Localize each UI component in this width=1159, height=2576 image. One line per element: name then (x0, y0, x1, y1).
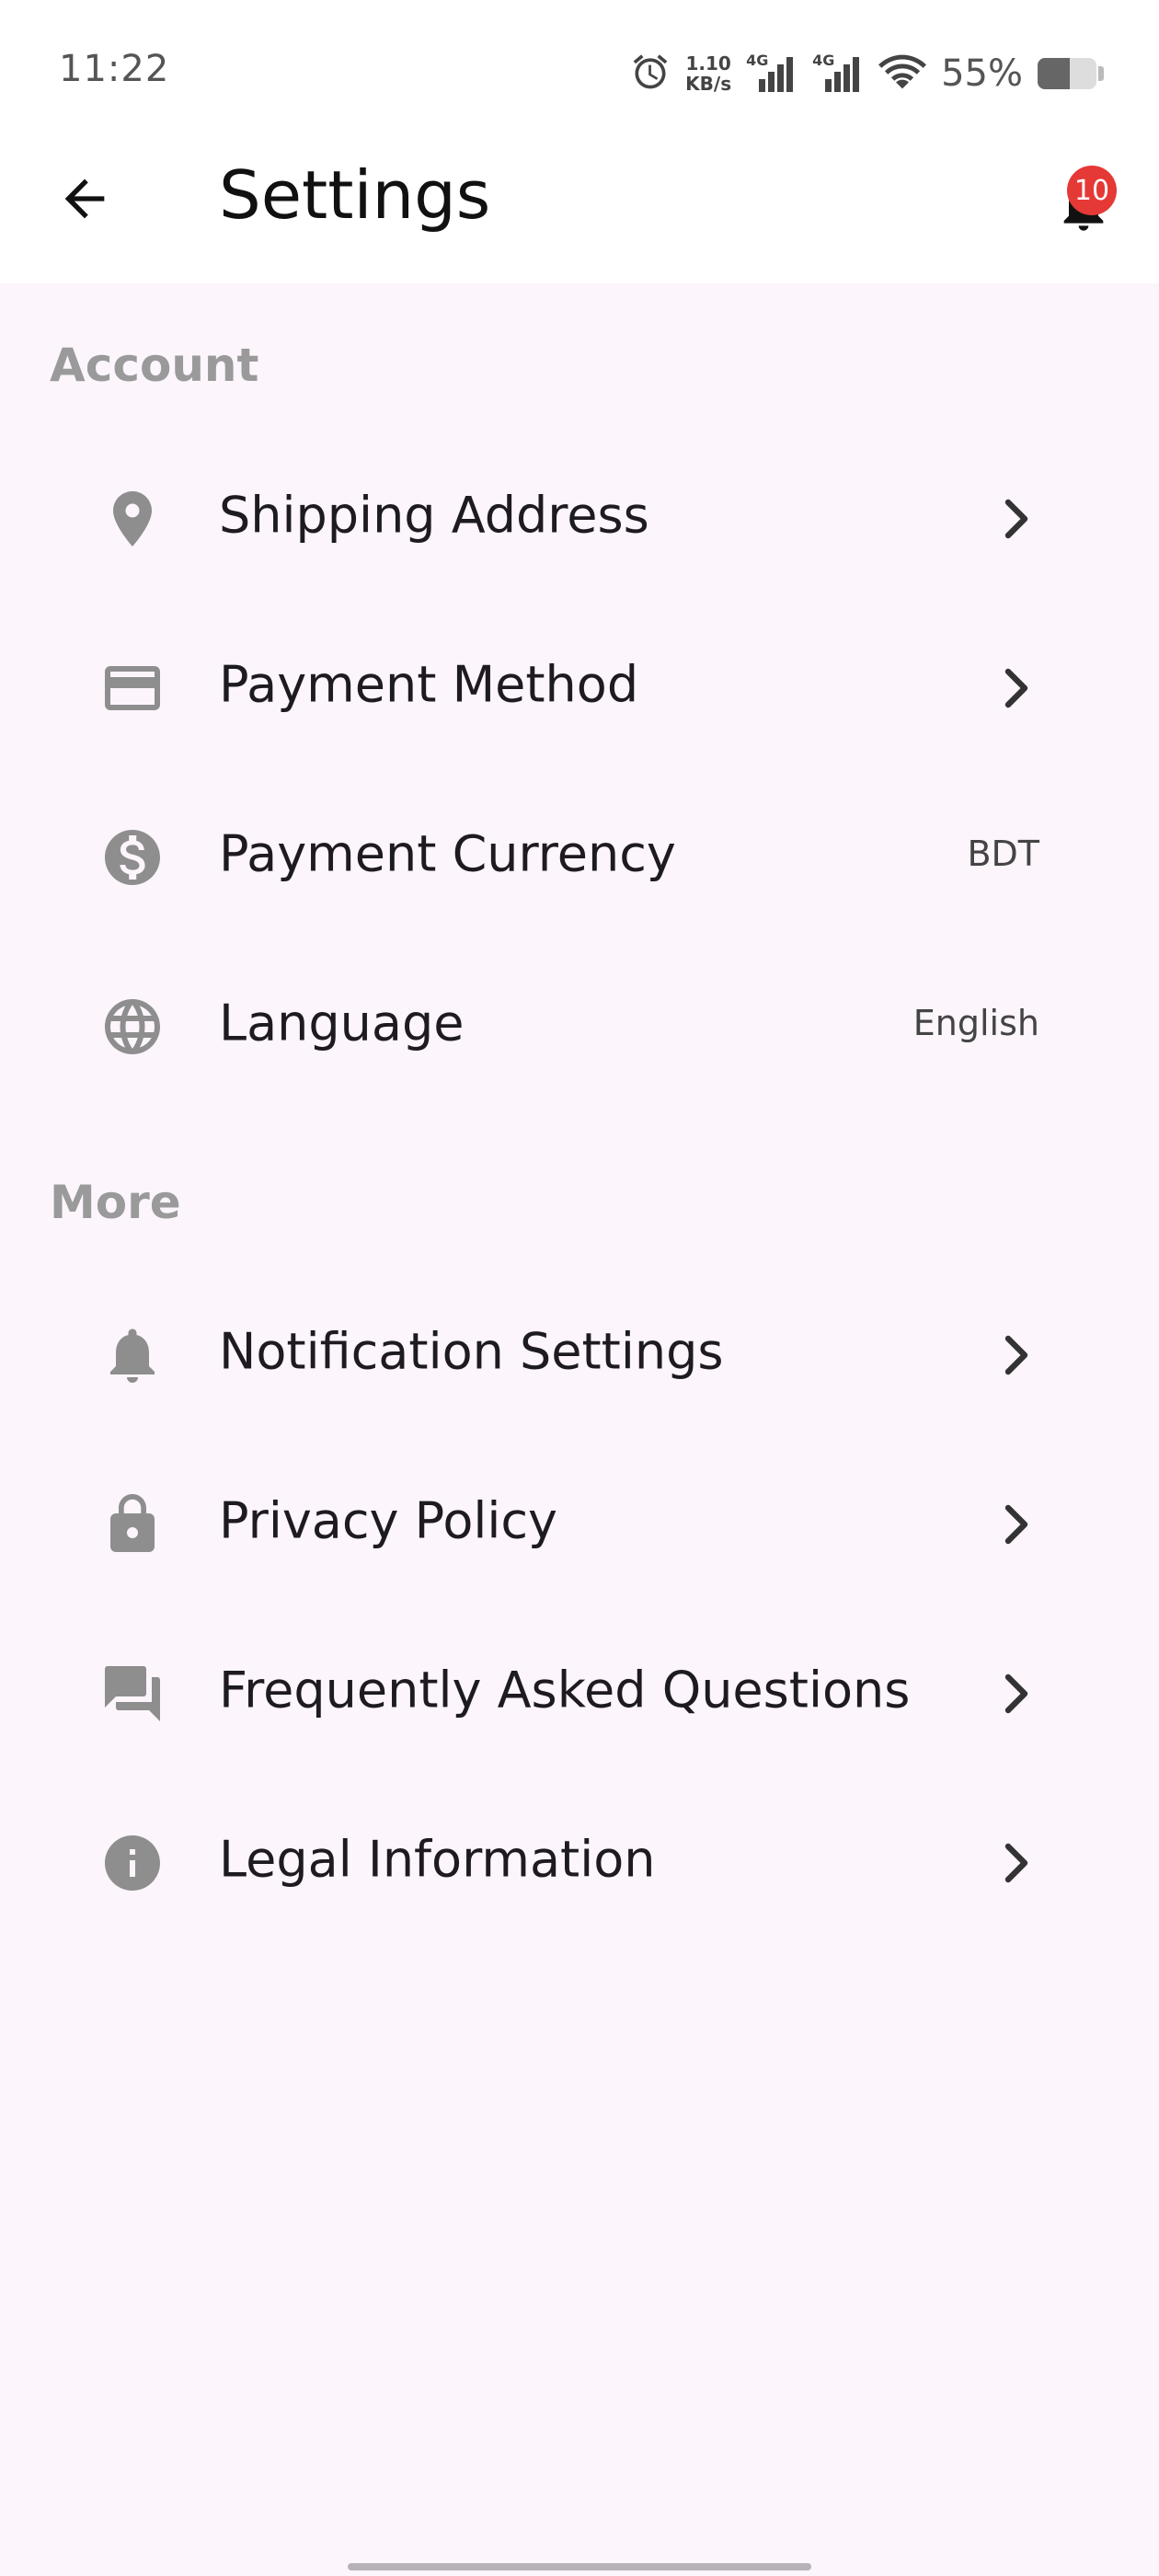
dollar-icon (96, 821, 169, 894)
app-bar: Settings 10 (0, 138, 1159, 258)
notifications-button[interactable]: 10 (1049, 166, 1122, 245)
row-label: Language (219, 994, 465, 1052)
location-pin-icon (96, 482, 169, 556)
signal-icon: 4G (812, 52, 864, 94)
battery-cap (1098, 66, 1104, 81)
battery-icon (1038, 58, 1096, 89)
row-label: Shipping Address (219, 486, 649, 545)
settings-row-faq[interactable]: Frequently Asked Questions (0, 1605, 1159, 1775)
chevron-right-icon (993, 1835, 1038, 1891)
chevron-right-icon (993, 661, 1038, 716)
globe-icon (96, 990, 169, 1064)
info-icon (96, 1826, 169, 1900)
row-label: Payment Method (219, 655, 639, 714)
row-label: Payment Currency (219, 824, 676, 883)
network-type-label: 4G (812, 52, 835, 69)
notification-badge: 10 (1067, 166, 1117, 215)
net-speed-unit: KB/s (685, 73, 732, 95)
settings-row-payment-currency[interactable]: Payment Currency BDT (0, 769, 1159, 938)
battery-fill (1038, 58, 1071, 89)
page-title: Settings (219, 156, 491, 234)
network-type-label: 4G (746, 52, 769, 69)
settings-row-notification-settings[interactable]: Notification Settings (0, 1267, 1159, 1436)
top-area: 11:22 1.10 KB/s 4G 4G 55% Settings 10 (0, 0, 1159, 283)
settings-row-privacy-policy[interactable]: Privacy Policy (0, 1436, 1159, 1605)
chevron-right-icon (993, 1497, 1038, 1552)
alarm-icon (630, 52, 671, 96)
net-speed-value: 1.10 (685, 52, 731, 75)
row-label: Legal Information (219, 1830, 656, 1889)
signal-icon: 4G (746, 52, 798, 94)
section-title-more: More (50, 1176, 181, 1229)
chevron-right-icon (993, 1666, 1038, 1721)
status-bar: 11:22 1.10 KB/s 4G 4G 55% (0, 0, 1159, 138)
status-time: 11:22 (59, 48, 170, 90)
status-icons: 1.10 KB/s 4G 4G 55% (630, 46, 1104, 101)
settings-row-shipping-address[interactable]: Shipping Address (0, 431, 1159, 600)
row-label: Frequently Asked Questions (219, 1661, 911, 1719)
wifi-icon (878, 52, 927, 96)
chevron-right-icon (993, 1328, 1038, 1383)
battery-percent: 55% (941, 52, 1023, 95)
section-title-account: Account (50, 339, 259, 392)
settings-row-language[interactable]: Language English (0, 938, 1159, 1108)
net-speed: 1.10 KB/s (685, 53, 731, 94)
currency-value: BDT (967, 834, 1039, 874)
back-button[interactable] (44, 160, 125, 241)
gesture-navigation-bar[interactable] (348, 2563, 811, 2570)
arrow-back-icon (55, 169, 114, 232)
lock-icon (96, 1488, 169, 1561)
row-label: Notification Settings (219, 1322, 724, 1381)
settings-row-legal-information[interactable]: Legal Information (0, 1775, 1159, 1944)
credit-card-icon (96, 651, 169, 725)
settings-row-payment-method[interactable]: Payment Method (0, 600, 1159, 769)
chevron-right-icon (993, 491, 1038, 546)
bell-icon (96, 1318, 169, 1392)
chat-icon (96, 1657, 169, 1731)
language-value: English (912, 1003, 1039, 1043)
row-label: Privacy Policy (219, 1491, 558, 1550)
